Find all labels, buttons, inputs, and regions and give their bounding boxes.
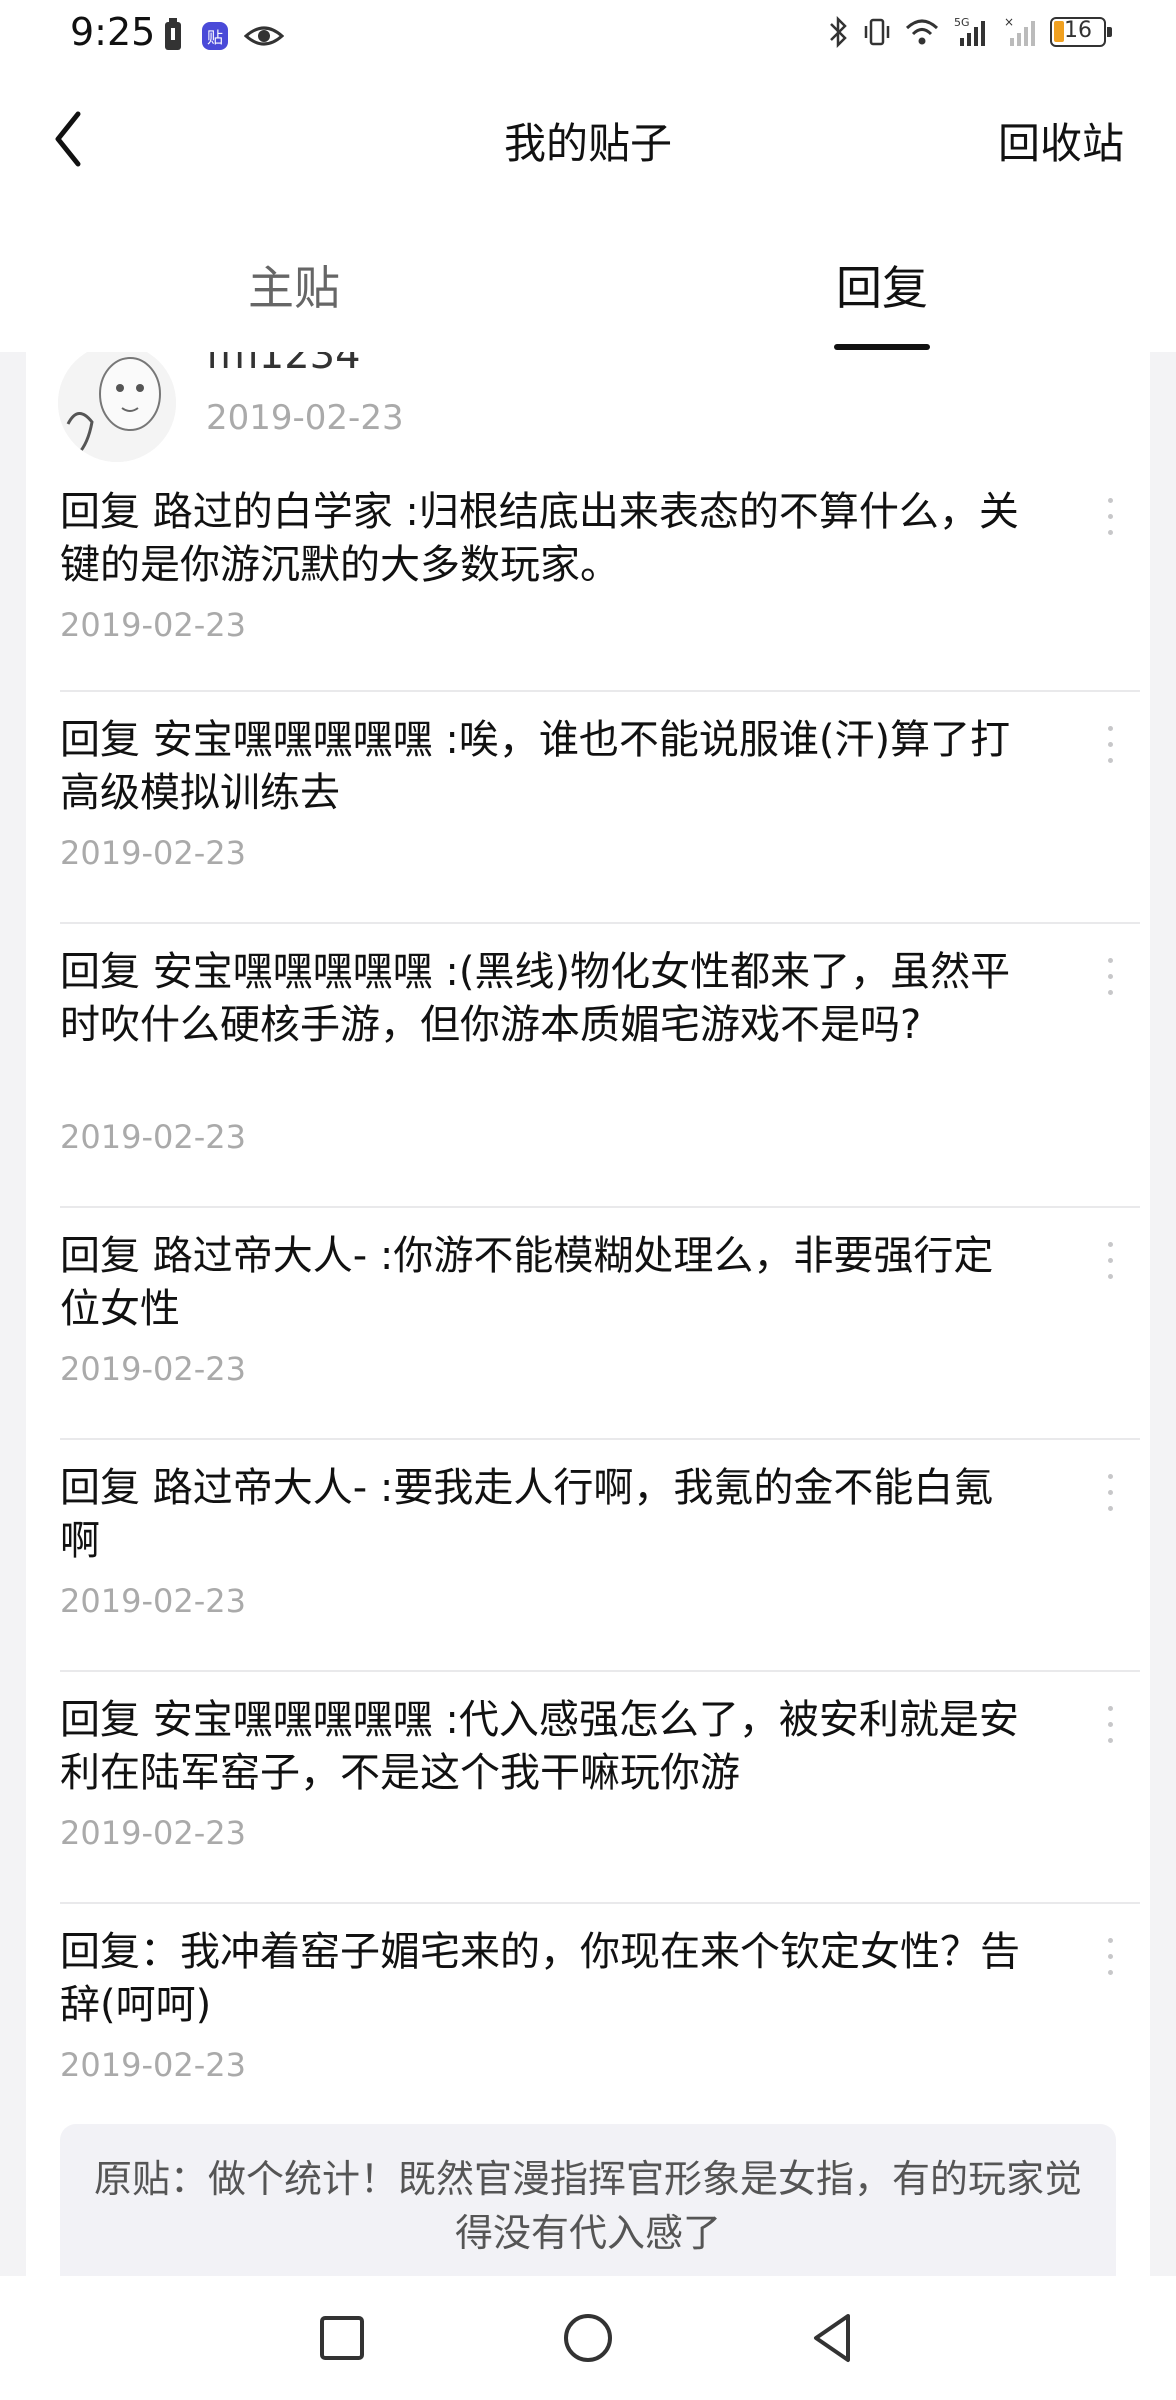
- reply-date: 2019-02-23: [60, 834, 246, 872]
- list-item[interactable]: 回复 路过帝大人- :你游不能模糊处理么，非要强行定位女性 2019-02-23: [60, 1206, 1140, 1440]
- tab-main-posts[interactable]: 主贴: [248, 252, 340, 318]
- more-options-dot: [1108, 1490, 1113, 1495]
- list-item[interactable]: 回复 安宝嘿嘿嘿嘿嘿 :唉，谁也不能说服谁(汗)算了打高级模拟训练去 2019-0…: [60, 690, 1140, 924]
- more-options-dot: [1108, 958, 1113, 963]
- eye-icon: [244, 26, 284, 46]
- reply-text: 回复 路过的白学家 :归根结底出来表态的不算什么，关键的是你游沉默的大多数玩家。: [60, 489, 1019, 588]
- reply-date: 2019-02-23: [60, 1814, 246, 1852]
- status-bar: 9:25 贴 5G × 16: [0, 0, 1176, 72]
- reply-date: 2019-02-23: [60, 1350, 246, 1388]
- tieba-app-icon: 贴: [202, 22, 228, 50]
- more-options-dot: [1108, 1938, 1113, 1943]
- active-tab-indicator: [834, 344, 930, 350]
- more-options-dot: [1108, 1954, 1113, 1959]
- svg-text:5G: 5G: [954, 16, 970, 29]
- status-time: 9:25: [70, 10, 156, 54]
- recent-apps-icon[interactable]: [310, 2306, 374, 2370]
- signal-5g-icon: 5G: [954, 16, 985, 46]
- back-icon[interactable]: [802, 2306, 866, 2370]
- reply-date: 2019-02-23: [60, 1582, 246, 1620]
- original-post-text: 原贴：做个统计！既然官漫指挥官形象是女指，有的玩家觉得没有代入感了: [93, 2157, 1082, 2255]
- reply-text: 回复：我冲着窑子媚宅来的，你现在来个钦定女性？告辞(呵呵): [60, 1929, 1020, 2028]
- more-options-dot: [1108, 1274, 1113, 1279]
- more-options-icon[interactable]: [1080, 716, 1140, 776]
- more-options-dot: [1108, 498, 1113, 503]
- svg-text:×: ×: [1004, 15, 1014, 29]
- reply-text: 回复 安宝嘿嘿嘿嘿嘿 :代入感强怎么了，被安利就是安利在陆军窑子，不是这个我干嘛…: [60, 1697, 1019, 1796]
- more-options-dot: [1108, 530, 1113, 535]
- signal-no-service-icon: ×: [1004, 15, 1035, 46]
- reply-text: 回复 安宝嘿嘿嘿嘿嘿 :唉，谁也不能说服谁(汗)算了打高级模拟训练去: [60, 717, 1011, 816]
- svg-text:贴: 贴: [207, 28, 223, 47]
- reply-date: 2019-02-23: [60, 1118, 246, 1156]
- more-options-icon[interactable]: [1080, 488, 1140, 548]
- list-item[interactable]: 回复 安宝嘿嘿嘿嘿嘿 :代入感强怎么了，被安利就是安利在陆军窑子，不是这个我干嘛…: [60, 1670, 1140, 1904]
- battery-saver-icon: [165, 18, 181, 50]
- tab-replies[interactable]: 回复: [836, 252, 928, 318]
- more-options-icon[interactable]: [1080, 1232, 1140, 1292]
- reply-date: 2019-02-23: [60, 606, 246, 644]
- more-options-dot: [1108, 758, 1113, 763]
- reply-text: 回复 安宝嘿嘿嘿嘿嘿 :(黑线)物化女性都来了，虽然平时吹什么硬核手游，但你游本…: [60, 949, 1011, 1048]
- more-options-dot: [1108, 1738, 1113, 1743]
- more-options-dot: [1108, 990, 1113, 995]
- more-options-dot: [1108, 1506, 1113, 1511]
- list-item[interactable]: 回复 路过的白学家 :归根结底出来表态的不算什么，关键的是你游沉默的大多数玩家。…: [60, 462, 1140, 692]
- battery-level: 16: [1064, 18, 1092, 43]
- more-options-dot: [1108, 742, 1113, 747]
- more-options-dot: [1108, 1258, 1113, 1263]
- header: 我的贴子 回收站: [0, 72, 1176, 202]
- more-options-dot: [1108, 1970, 1113, 1975]
- recycle-bin-button[interactable]: 回收站: [998, 110, 1124, 171]
- username[interactable]: fffl1234: [206, 352, 361, 378]
- more-options-dot: [1108, 1242, 1113, 1247]
- list-item[interactable]: 回复：我冲着窑子媚宅来的，你现在来个钦定女性？告辞(呵呵) 2019-02-23: [60, 1902, 1140, 2124]
- more-options-icon[interactable]: [1080, 1928, 1140, 1988]
- wifi-icon: [905, 19, 939, 45]
- more-options-icon[interactable]: [1080, 948, 1140, 1008]
- status-icons: 5G × 16: [826, 14, 1112, 50]
- more-options-icon[interactable]: [1080, 1464, 1140, 1524]
- more-options-icon[interactable]: [1080, 1696, 1140, 1756]
- more-options-dot: [1108, 1706, 1113, 1711]
- home-icon[interactable]: [556, 2306, 620, 2370]
- avatar[interactable]: [58, 352, 176, 462]
- user-date: 2019-02-23: [206, 398, 404, 438]
- avatar-face-icon: [58, 352, 176, 462]
- bluetooth-icon: [830, 15, 847, 49]
- list-item[interactable]: 回复 路过帝大人- :要我走人行啊，我氪的金不能白氪啊 2019-02-23: [60, 1438, 1140, 1672]
- more-options-dot: [1108, 726, 1113, 731]
- more-options-dot: [1108, 514, 1113, 519]
- vibrate-icon: [864, 18, 890, 46]
- system-nav-bar: [0, 2276, 1176, 2400]
- more-options-dot: [1108, 1722, 1113, 1727]
- original-post-banner[interactable]: 原贴：做个统计！既然官漫指挥官形象是女指，有的玩家觉得没有代入感了: [60, 2124, 1116, 2276]
- more-options-dot: [1108, 1474, 1113, 1479]
- tab-bar: 主贴 回复: [0, 202, 1176, 352]
- reply-date: 2019-02-23: [60, 2046, 246, 2084]
- battery-icon: 16: [1050, 17, 1112, 47]
- more-options-dot: [1108, 974, 1113, 979]
- reply-text: 回复 路过帝大人- :你游不能模糊处理么，非要强行定位女性: [60, 1233, 994, 1332]
- reply-text: 回复 路过帝大人- :要我走人行啊，我氪的金不能白氪啊: [60, 1465, 994, 1564]
- list-item[interactable]: 回复 安宝嘿嘿嘿嘿嘿 :(黑线)物化女性都来了，虽然平时吹什么硬核手游，但你游本…: [60, 922, 1140, 1208]
- reply-list-card: fffl1234 2019-02-23 回复 路过的白学家 :归根结底出来表态的…: [26, 352, 1150, 2276]
